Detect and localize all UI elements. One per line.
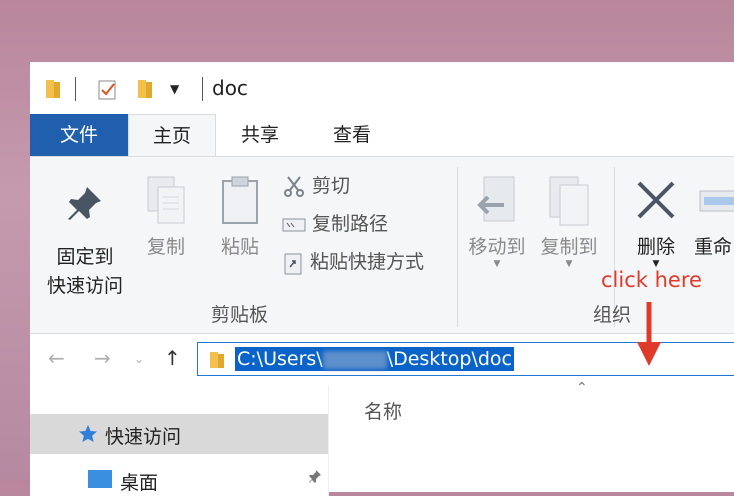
rename-icon xyxy=(694,175,734,232)
ribbon-home: 固定到 快速访问 复制 粘贴 剪切 复制路径 粘贴快捷方式 剪贴板 移动到 ▼ … xyxy=(30,156,734,334)
rename-button[interactable]: 重命 xyxy=(694,175,734,259)
tab-view[interactable]: 查看 xyxy=(312,114,392,156)
tab-share[interactable]: 共享 xyxy=(220,114,300,156)
address-folder-icon xyxy=(208,350,226,374)
paste-shortcut-icon xyxy=(282,251,310,274)
star-icon xyxy=(78,424,98,449)
pin-icon xyxy=(40,183,130,228)
forward-arrow-icon[interactable]: → xyxy=(94,346,111,370)
copy-path-icon xyxy=(282,213,312,235)
copy-path-button[interactable]: 复制路径 xyxy=(282,209,388,236)
move-to-button[interactable]: 移动到 ▼ xyxy=(464,175,530,269)
navigation-row: ← → ⌄ ↑ C:\Users\ \Desktop\doc xyxy=(30,334,734,386)
name-column-header[interactable]: 名称 xyxy=(364,397,402,424)
cut-button[interactable]: 剪切 xyxy=(282,171,350,199)
copy-icon xyxy=(138,175,194,232)
paste-shortcut-button[interactable]: 粘贴快捷方式 xyxy=(282,247,424,275)
annotation-label: click here xyxy=(601,268,702,292)
pinned-icon xyxy=(308,466,322,488)
redacted-username xyxy=(322,350,387,369)
properties-checkbox-icon[interactable] xyxy=(97,79,119,105)
delete-x-icon xyxy=(628,175,684,232)
pin-to-quick-access-button[interactable]: 固定到 快速访问 xyxy=(40,183,130,298)
folder-icon[interactable] xyxy=(44,78,62,104)
new-folder-icon[interactable] xyxy=(136,78,154,104)
scissors-icon xyxy=(282,175,312,197)
window-title: doc xyxy=(212,76,248,100)
clipboard-icon xyxy=(212,175,268,232)
back-arrow-icon[interactable]: ← xyxy=(48,346,65,370)
tab-home[interactable]: 主页 xyxy=(128,114,216,156)
organize-group-label: 组织 xyxy=(593,304,632,326)
sort-caret-icon[interactable]: ⌃ xyxy=(576,380,588,396)
move-to-icon xyxy=(464,175,530,232)
annotation-arrow-icon xyxy=(634,302,664,372)
desktop-icon xyxy=(88,470,112,493)
recent-locations-chevron-icon[interactable]: ⌄ xyxy=(134,352,144,366)
ribbon-tabs: 文件 主页 共享 查看 xyxy=(30,114,734,156)
delete-button[interactable]: 删除 ▼ xyxy=(628,175,684,269)
address-path-text[interactable]: C:\Users\ \Desktop\doc xyxy=(235,347,514,371)
move-to-dropdown-icon: ▼ xyxy=(493,259,501,269)
up-arrow-icon[interactable]: ↑ xyxy=(164,346,181,370)
nav-desktop[interactable]: 桌面 xyxy=(30,456,328,496)
quick-access-dropdown-icon[interactable]: ▼ xyxy=(170,82,179,96)
copy-button[interactable]: 复制 xyxy=(138,175,194,259)
paste-button[interactable]: 粘贴 xyxy=(212,175,268,259)
clipboard-group-label: 剪贴板 xyxy=(211,304,269,326)
nav-quick-access[interactable]: 快速访问 xyxy=(30,414,328,454)
tab-file[interactable]: 文件 xyxy=(30,114,128,156)
copy-to-icon xyxy=(536,175,602,232)
copy-to-button[interactable]: 复制到 ▼ xyxy=(536,175,602,269)
file-explorer-window: ▼ doc 文件 主页 共享 查看 固定到 快速访问 复制 粘贴 剪切 复制路径… xyxy=(30,62,734,496)
copy-to-dropdown-icon: ▼ xyxy=(565,259,573,269)
title-bar: ▼ doc xyxy=(30,62,734,114)
